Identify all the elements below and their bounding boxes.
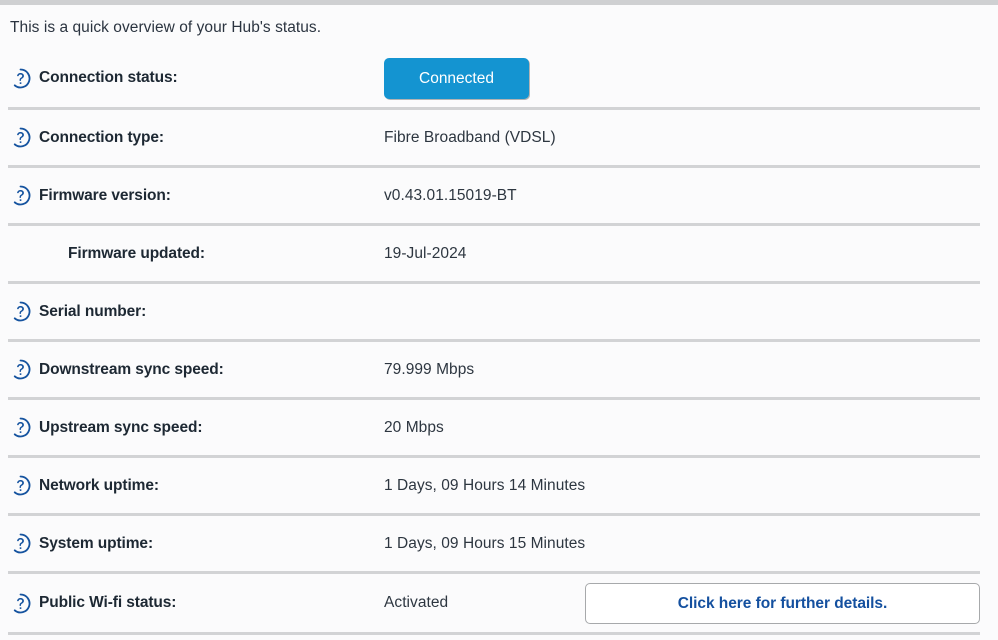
divider: [8, 632, 980, 635]
status-row-system-uptime: System uptime: 1 Days, 09 Hours 15 Minut…: [0, 516, 998, 571]
status-row-downstream-sync-speed: Downstream sync speed: 79.999 Mbps: [0, 342, 998, 397]
connection-status-button[interactable]: Connected: [384, 58, 529, 99]
status-row-firmware-version: Firmware version: v0.43.01.15019-BT: [0, 168, 998, 223]
status-row-label: Downstream sync speed:: [39, 361, 224, 379]
status-row-label: Connection type:: [39, 129, 164, 147]
page-intro-text: This is a quick overview of your Hub's s…: [0, 5, 998, 49]
redaction-overlay: [386, 302, 570, 311]
status-row-value: 1 Days, 09 Hours 15 Minutes: [384, 535, 585, 553]
status-row-label: Connection status:: [39, 69, 178, 87]
status-row-label: System uptime:: [39, 535, 153, 553]
status-row-label: Firmware version:: [39, 187, 171, 205]
status-row-connection-status: Connection status: Connected: [0, 49, 998, 107]
public-wifi-details-button[interactable]: Click here for further details.: [585, 583, 980, 624]
status-row-value: Fibre Broadband (VDSL): [384, 129, 556, 147]
status-row-label: Network uptime:: [39, 477, 159, 495]
status-row-public-wifi-status: Public Wi-fi status: Activated Click her…: [0, 574, 998, 632]
status-row-connection-type: Connection type: Fibre Broadband (VDSL): [0, 110, 998, 165]
status-row-value: 20 Mbps: [384, 419, 444, 437]
status-row-value: Activated: [384, 594, 448, 612]
status-content: This is a quick overview of your Hub's s…: [0, 5, 998, 635]
help-circle-icon[interactable]: [10, 185, 31, 206]
help-circle-icon[interactable]: [10, 127, 31, 148]
help-circle-icon[interactable]: [10, 475, 31, 496]
hub-status-page: This is a quick overview of your Hub's s…: [0, 0, 998, 640]
status-row-label: Public Wi-fi status:: [39, 594, 176, 612]
status-row-value: 1 Days, 09 Hours 14 Minutes: [384, 477, 585, 495]
status-row-label: Serial number:: [39, 303, 146, 321]
status-row-label: Firmware updated:: [68, 245, 205, 263]
status-row-firmware-updated: Firmware updated: 19-Jul-2024: [0, 226, 998, 281]
redaction-overlay: [386, 315, 570, 323]
help-circle-icon[interactable]: [10, 68, 31, 89]
status-row-value: v0.43.01.15019-BT: [384, 187, 517, 205]
status-row-network-uptime: Network uptime: 1 Days, 09 Hours 14 Minu…: [0, 458, 998, 513]
status-row-upstream-sync-speed: Upstream sync speed: 20 Mbps: [0, 400, 998, 455]
help-circle-icon[interactable]: [10, 417, 31, 438]
status-row-value: 19-Jul-2024: [384, 245, 466, 263]
serial-number-redacted-value: [384, 301, 570, 322]
status-row-label: Upstream sync speed:: [39, 419, 202, 437]
help-circle-icon[interactable]: [10, 593, 31, 614]
status-row-serial-number: Serial number:: [0, 284, 998, 339]
help-circle-icon[interactable]: [10, 301, 31, 322]
help-circle-icon[interactable]: [10, 533, 31, 554]
help-circle-icon[interactable]: [10, 359, 31, 380]
status-row-value: 79.999 Mbps: [384, 361, 474, 379]
